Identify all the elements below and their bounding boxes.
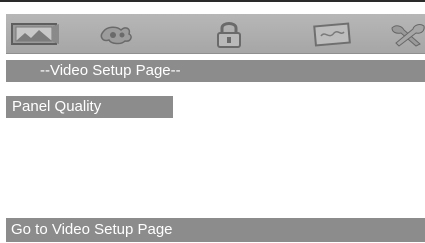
dvd-setup-screen: --Video Setup Page-- Panel Quality Go to… xyxy=(0,0,425,243)
menu-item-panel-quality[interactable]: Panel Quality xyxy=(6,96,173,118)
page-title: --Video Setup Page-- xyxy=(6,60,425,82)
setup-icon-bar xyxy=(6,14,425,54)
landscape-picture-icon xyxy=(11,23,59,45)
padlock-icon xyxy=(217,22,241,48)
preference-card-icon xyxy=(313,22,351,47)
tab-preference-setup[interactable] xyxy=(306,19,360,49)
tab-video-setup[interactable] xyxy=(8,19,62,49)
crossed-tools-icon xyxy=(391,24,425,47)
tab-exit-setup[interactable] xyxy=(381,19,425,49)
status-hint: Go to Video Setup Page xyxy=(6,218,425,242)
speaker-audio-icon xyxy=(100,26,132,45)
tab-audio-setup[interactable] xyxy=(90,19,144,49)
tab-password-setup[interactable] xyxy=(202,19,256,49)
